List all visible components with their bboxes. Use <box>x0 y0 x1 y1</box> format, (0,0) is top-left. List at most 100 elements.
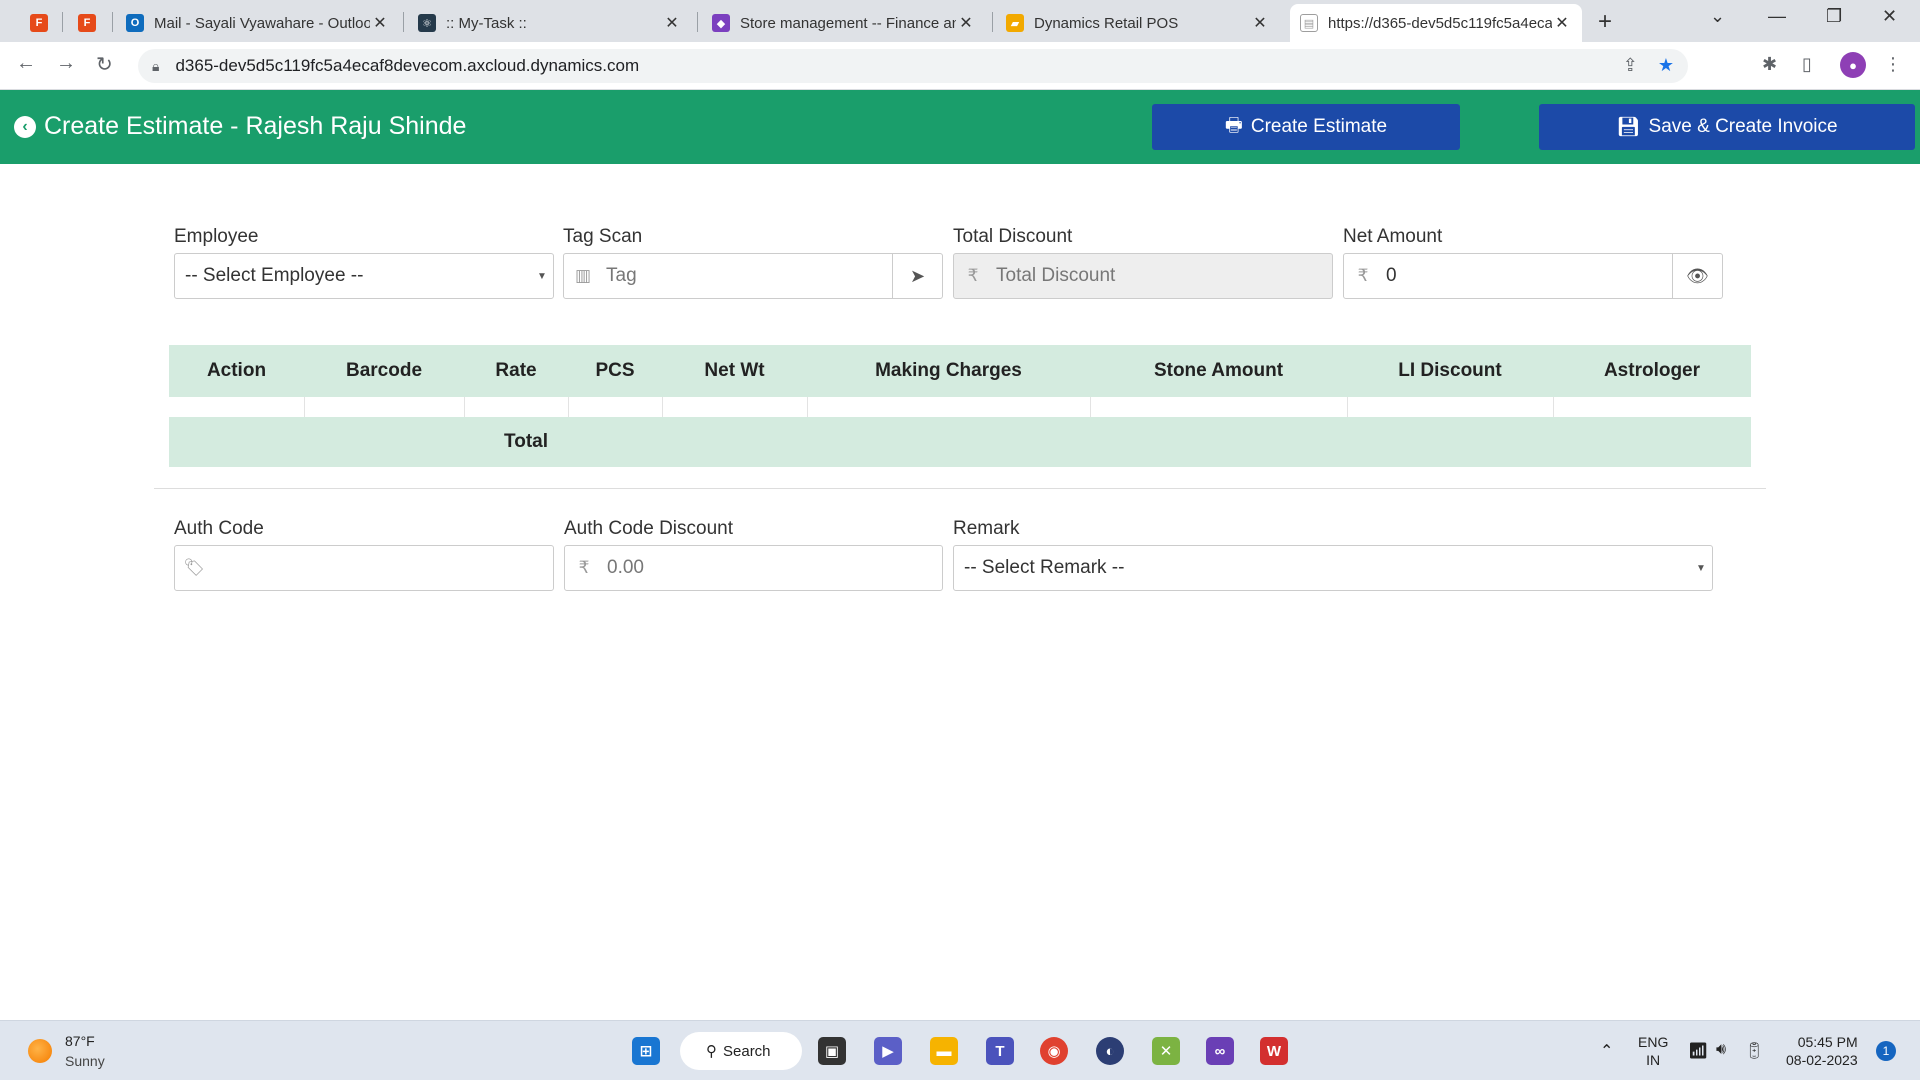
rupee-icon: ₹ <box>967 266 979 285</box>
remark-label: Remark <box>953 518 1020 539</box>
visual-studio-icon[interactable]: ∞ <box>1206 1037 1234 1065</box>
search-icon: ⚲ <box>706 1043 717 1060</box>
tab-pinned-2[interactable]: F <box>68 4 110 42</box>
language-indicator[interactable]: ENG IN <box>1638 1033 1668 1069</box>
address-bar[interactable]: 🔒︎ d365-dev5d5c119fc5a4ecaf8devecom.axcl… <box>138 49 1688 83</box>
chrome-icon[interactable]: ◉ <box>1040 1037 1068 1065</box>
new-tab-button[interactable]: + <box>1598 8 1612 36</box>
teams-icon[interactable]: T <box>986 1037 1014 1065</box>
tab-my-task[interactable]: ⚛ :: My-Task :: ✕ <box>408 4 692 42</box>
print-icon: 🖶︎ <box>1224 115 1243 136</box>
extensions-puzzle-icon[interactable]: ✱ <box>1762 54 1777 75</box>
browser-tab-strip: F F O Mail - Sayali Vyawahare - Outlook … <box>0 0 1920 42</box>
tab-outlook[interactable]: O Mail - Sayali Vyawahare - Outlook ✕ <box>116 4 400 42</box>
employee-label: Employee <box>174 226 259 247</box>
wifi-icon[interactable]: 📶︎ <box>1688 1041 1708 1061</box>
browser-toolbar: ← → ↻ 🔒︎ d365-dev5d5c119fc5a4ecaf8deveco… <box>0 42 1920 90</box>
col-astrologer: Astrologer <box>1553 345 1751 397</box>
estimate-items-table: Action Barcode Rate PCS Net Wt Making Ch… <box>169 345 1751 467</box>
app-header: ‹ Create Estimate - Rajesh Raju Shinde 🖶… <box>0 90 1920 164</box>
close-tab-icon[interactable]: ✕ <box>1250 13 1270 33</box>
restore-icon[interactable]: ❐ <box>1826 6 1842 27</box>
retail-pos-icon: ▰ <box>1006 14 1024 32</box>
tab-title: https://d365-dev5d5c119fc5a4ecaf8 <box>1328 14 1552 32</box>
bookmark-star-icon[interactable]: ★ <box>1658 55 1674 76</box>
volume-icon[interactable]: 🔊︎ <box>1716 1041 1726 1059</box>
side-panel-icon[interactable]: ▯ <box>1802 54 1812 75</box>
tray-overflow-chevron-icon[interactable]: ⌃ <box>1600 1041 1613 1061</box>
reload-icon[interactable]: ↻ <box>96 52 113 77</box>
tag-scan-placeholder: Tag <box>606 265 637 286</box>
share-icon[interactable]: ⇪ <box>1623 55 1638 76</box>
chevron-down-icon: ▼ <box>537 270 547 282</box>
close-tab-icon[interactable]: ✕ <box>662 13 682 33</box>
sun-weather-icon[interactable] <box>28 1039 52 1063</box>
save-floppy-icon: 💾︎ <box>1616 117 1641 138</box>
close-tab-icon[interactable]: ✕ <box>1552 13 1572 33</box>
col-rate: Rate <box>464 345 568 397</box>
auth-code-discount-input[interactable]: ₹ 0.00 <box>564 545 943 591</box>
taskbar-search-button[interactable]: ⚲ Search <box>680 1032 802 1070</box>
table-total-row: Total <box>169 417 1751 467</box>
back-arrow-icon[interactable]: ← <box>16 52 36 75</box>
system-clock[interactable]: 05:45 PM 08-02-2023 <box>1786 1033 1858 1069</box>
minimize-icon[interactable]: — <box>1768 6 1786 27</box>
create-estimate-button[interactable]: 🖶︎ Create Estimate <box>1152 104 1460 150</box>
table-row <box>169 397 1751 417</box>
forward-arrow-icon[interactable]: → <box>56 52 76 75</box>
close-window-icon[interactable]: ✕ <box>1882 6 1897 27</box>
url-text: d365-dev5d5c119fc5a4ecaf8devecom.axcloud… <box>175 56 640 75</box>
net-amount-input[interactable]: ₹ 0 <box>1343 253 1673 299</box>
col-li-discount: LI Discount <box>1347 345 1553 397</box>
barcode-icon: ▥ <box>574 266 592 285</box>
windows-start-icon[interactable]: ⊞ <box>632 1037 660 1065</box>
notification-badge[interactable]: 1 <box>1876 1041 1896 1061</box>
weather-condition[interactable]: Sunny <box>65 1053 105 1069</box>
tab-title: Store management -- Finance and <box>740 14 956 32</box>
wps-office-icon[interactable]: W <box>1260 1037 1288 1065</box>
tag-icon: 🏷︎ <box>183 558 205 577</box>
col-pcs: PCS <box>568 345 662 397</box>
tab-search-chevron-icon[interactable]: ⌄ <box>1710 6 1725 27</box>
tab-dynamics-retail-pos[interactable]: ▰ Dynamics Retail POS ✕ <box>996 4 1280 42</box>
lock-icon: 🔒︎ <box>152 57 160 74</box>
figma-icon: F <box>78 14 96 32</box>
remark-select-value: -- Select Remark -- <box>964 557 1125 578</box>
tools-icon[interactable]: ✕ <box>1152 1037 1180 1065</box>
chevron-down-icon: ▼ <box>1696 562 1706 574</box>
back-circle-icon[interactable]: ‹ <box>14 115 36 138</box>
auth-code-input[interactable]: 🏷︎ <box>174 545 554 591</box>
file-explorer-icon[interactable]: ▬ <box>930 1037 958 1065</box>
teams-chat-icon[interactable]: ▶ <box>874 1037 902 1065</box>
tab-title: Dynamics Retail POS <box>1034 14 1179 32</box>
react-icon: ⚛ <box>418 14 436 32</box>
remark-select[interactable]: -- Select Remark -- ▼ <box>953 545 1713 591</box>
net-amount-value: 0 <box>1386 265 1397 286</box>
tab-pinned-1[interactable]: F <box>20 4 62 42</box>
save-create-invoice-button[interactable]: 💾︎ Save & Create Invoice <box>1539 104 1915 150</box>
total-label: Total <box>169 417 568 467</box>
battery-icon[interactable]: 🔋︎ <box>1744 1041 1764 1061</box>
employee-select-value: -- Select Employee -- <box>185 265 364 286</box>
outlook-icon: O <box>126 14 144 32</box>
employee-select[interactable]: -- Select Employee -- ▼ <box>174 253 554 299</box>
more-menu-icon[interactable]: ⋮ <box>1884 54 1902 75</box>
profile-avatar[interactable]: ● <box>1840 52 1866 78</box>
weather-temperature[interactable]: 87°F <box>65 1033 95 1049</box>
figma-icon: F <box>30 14 48 32</box>
send-tag-button[interactable]: ➤ <box>892 253 943 299</box>
task-view-icon[interactable]: ▣ <box>818 1037 846 1065</box>
tag-scan-input[interactable]: ▥ Tag <box>563 253 893 299</box>
view-net-amount-button[interactable]: 👁︎ <box>1672 253 1723 299</box>
net-amount-label: Net Amount <box>1343 226 1443 247</box>
tab-active-d365[interactable]: ▤ https://d365-dev5d5c119fc5a4ecaf8 ✕ <box>1290 4 1582 42</box>
col-making-charges: Making Charges <box>807 345 1090 397</box>
tab-title: Mail - Sayali Vyawahare - Outlook <box>154 14 370 32</box>
close-tab-icon[interactable]: ✕ <box>956 13 976 33</box>
close-tab-icon[interactable]: ✕ <box>370 13 390 33</box>
col-stone-amount: Stone Amount <box>1090 345 1347 397</box>
tab-store-management[interactable]: ◆ Store management -- Finance and ✕ <box>702 4 986 42</box>
dynamics-diamond-icon: ◆ <box>712 14 730 32</box>
total-discount-input[interactable]: ₹ Total Discount <box>953 253 1333 299</box>
eclipse-icon[interactable]: ◐ <box>1096 1037 1124 1065</box>
